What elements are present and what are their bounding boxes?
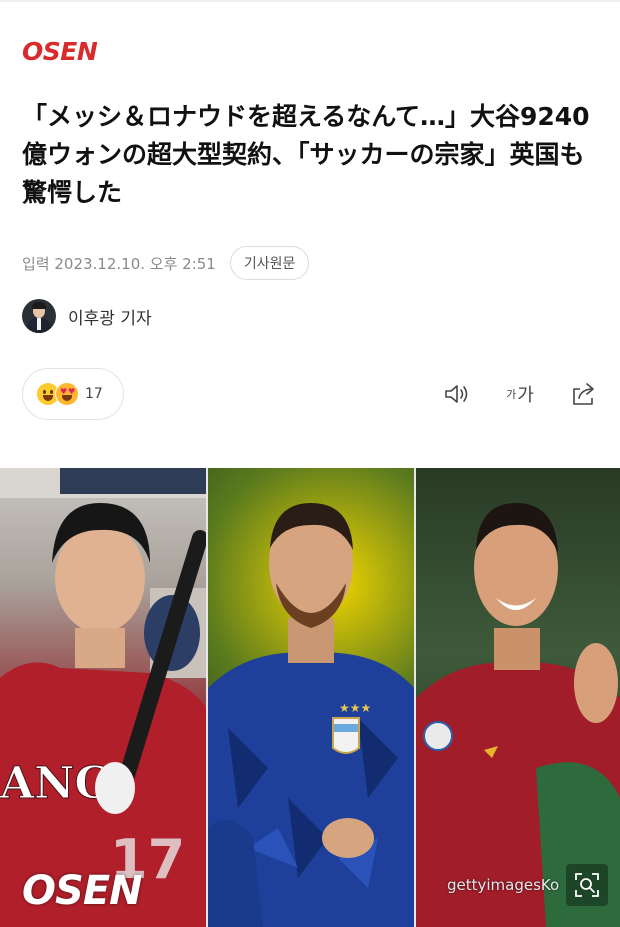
- publish-date: 입력 2023.12.10. 오후 2:51: [22, 254, 216, 273]
- article-toolbar: ♥ ♥ 17 가 가: [22, 368, 600, 422]
- heart-emoji-mouth: [62, 395, 72, 401]
- top-divider: [0, 0, 620, 2]
- baseball-player-illustration: ANG 17: [0, 468, 206, 927]
- argentina-player-illustration: ★★★: [208, 503, 414, 927]
- font-size-button[interactable]: 가 가: [500, 380, 540, 408]
- smile-emoji-left-eye: [43, 390, 46, 394]
- author-avatar[interactable]: [22, 299, 56, 333]
- smile-emoji-right-eye: [50, 390, 53, 394]
- font-size-large-label: 가: [517, 385, 534, 406]
- svg-text:★★★: ★★★: [339, 701, 371, 715]
- svg-text:ANG: ANG: [0, 758, 112, 809]
- heart-eyes-emoji-icon: ♥ ♥: [55, 382, 79, 406]
- avatar-hair: [32, 302, 46, 309]
- zoom-icon[interactable]: [566, 864, 608, 906]
- author-row[interactable]: 이후광 기자: [22, 298, 152, 334]
- photo-panel-baseball: ANG 17: [0, 468, 206, 927]
- zoom-icon-svg: [575, 873, 599, 897]
- smile-emoji-mouth: [43, 395, 53, 401]
- share-icon[interactable]: [569, 380, 599, 408]
- reaction-button[interactable]: ♥ ♥ 17: [22, 368, 124, 420]
- share-icon-svg: [573, 383, 594, 405]
- article-meta: 입력 2023.12.10. 오후 2:51 기사원문: [22, 246, 310, 280]
- speaker-icon-svg: [445, 385, 468, 403]
- avatar-shirt: [37, 318, 41, 330]
- photo-panel-portugal: [416, 468, 620, 927]
- portugal-player-illustration: [416, 503, 620, 927]
- getty-watermark: gettyimagesKo: [447, 876, 560, 894]
- article-title: 「メッシ＆ロナウドを超えるなんて…」大谷9240 億ウォンの超大型契約、「サッカ…: [22, 102, 590, 207]
- article-photo[interactable]: ANG 17 ★★★ OSEN gettyimagesKo: [0, 468, 620, 927]
- reaction-count: 17: [85, 386, 103, 402]
- author-name[interactable]: 이후광 기자: [68, 304, 152, 329]
- photo-panel-argentina: ★★★: [208, 468, 414, 927]
- osen-watermark: OSEN: [22, 868, 143, 914]
- original-article-button[interactable]: 기사원문: [229, 246, 310, 280]
- site-logo[interactable]: OSEN: [22, 38, 98, 66]
- font-size-small-label: 가: [506, 388, 517, 401]
- speaker-icon[interactable]: [442, 380, 472, 408]
